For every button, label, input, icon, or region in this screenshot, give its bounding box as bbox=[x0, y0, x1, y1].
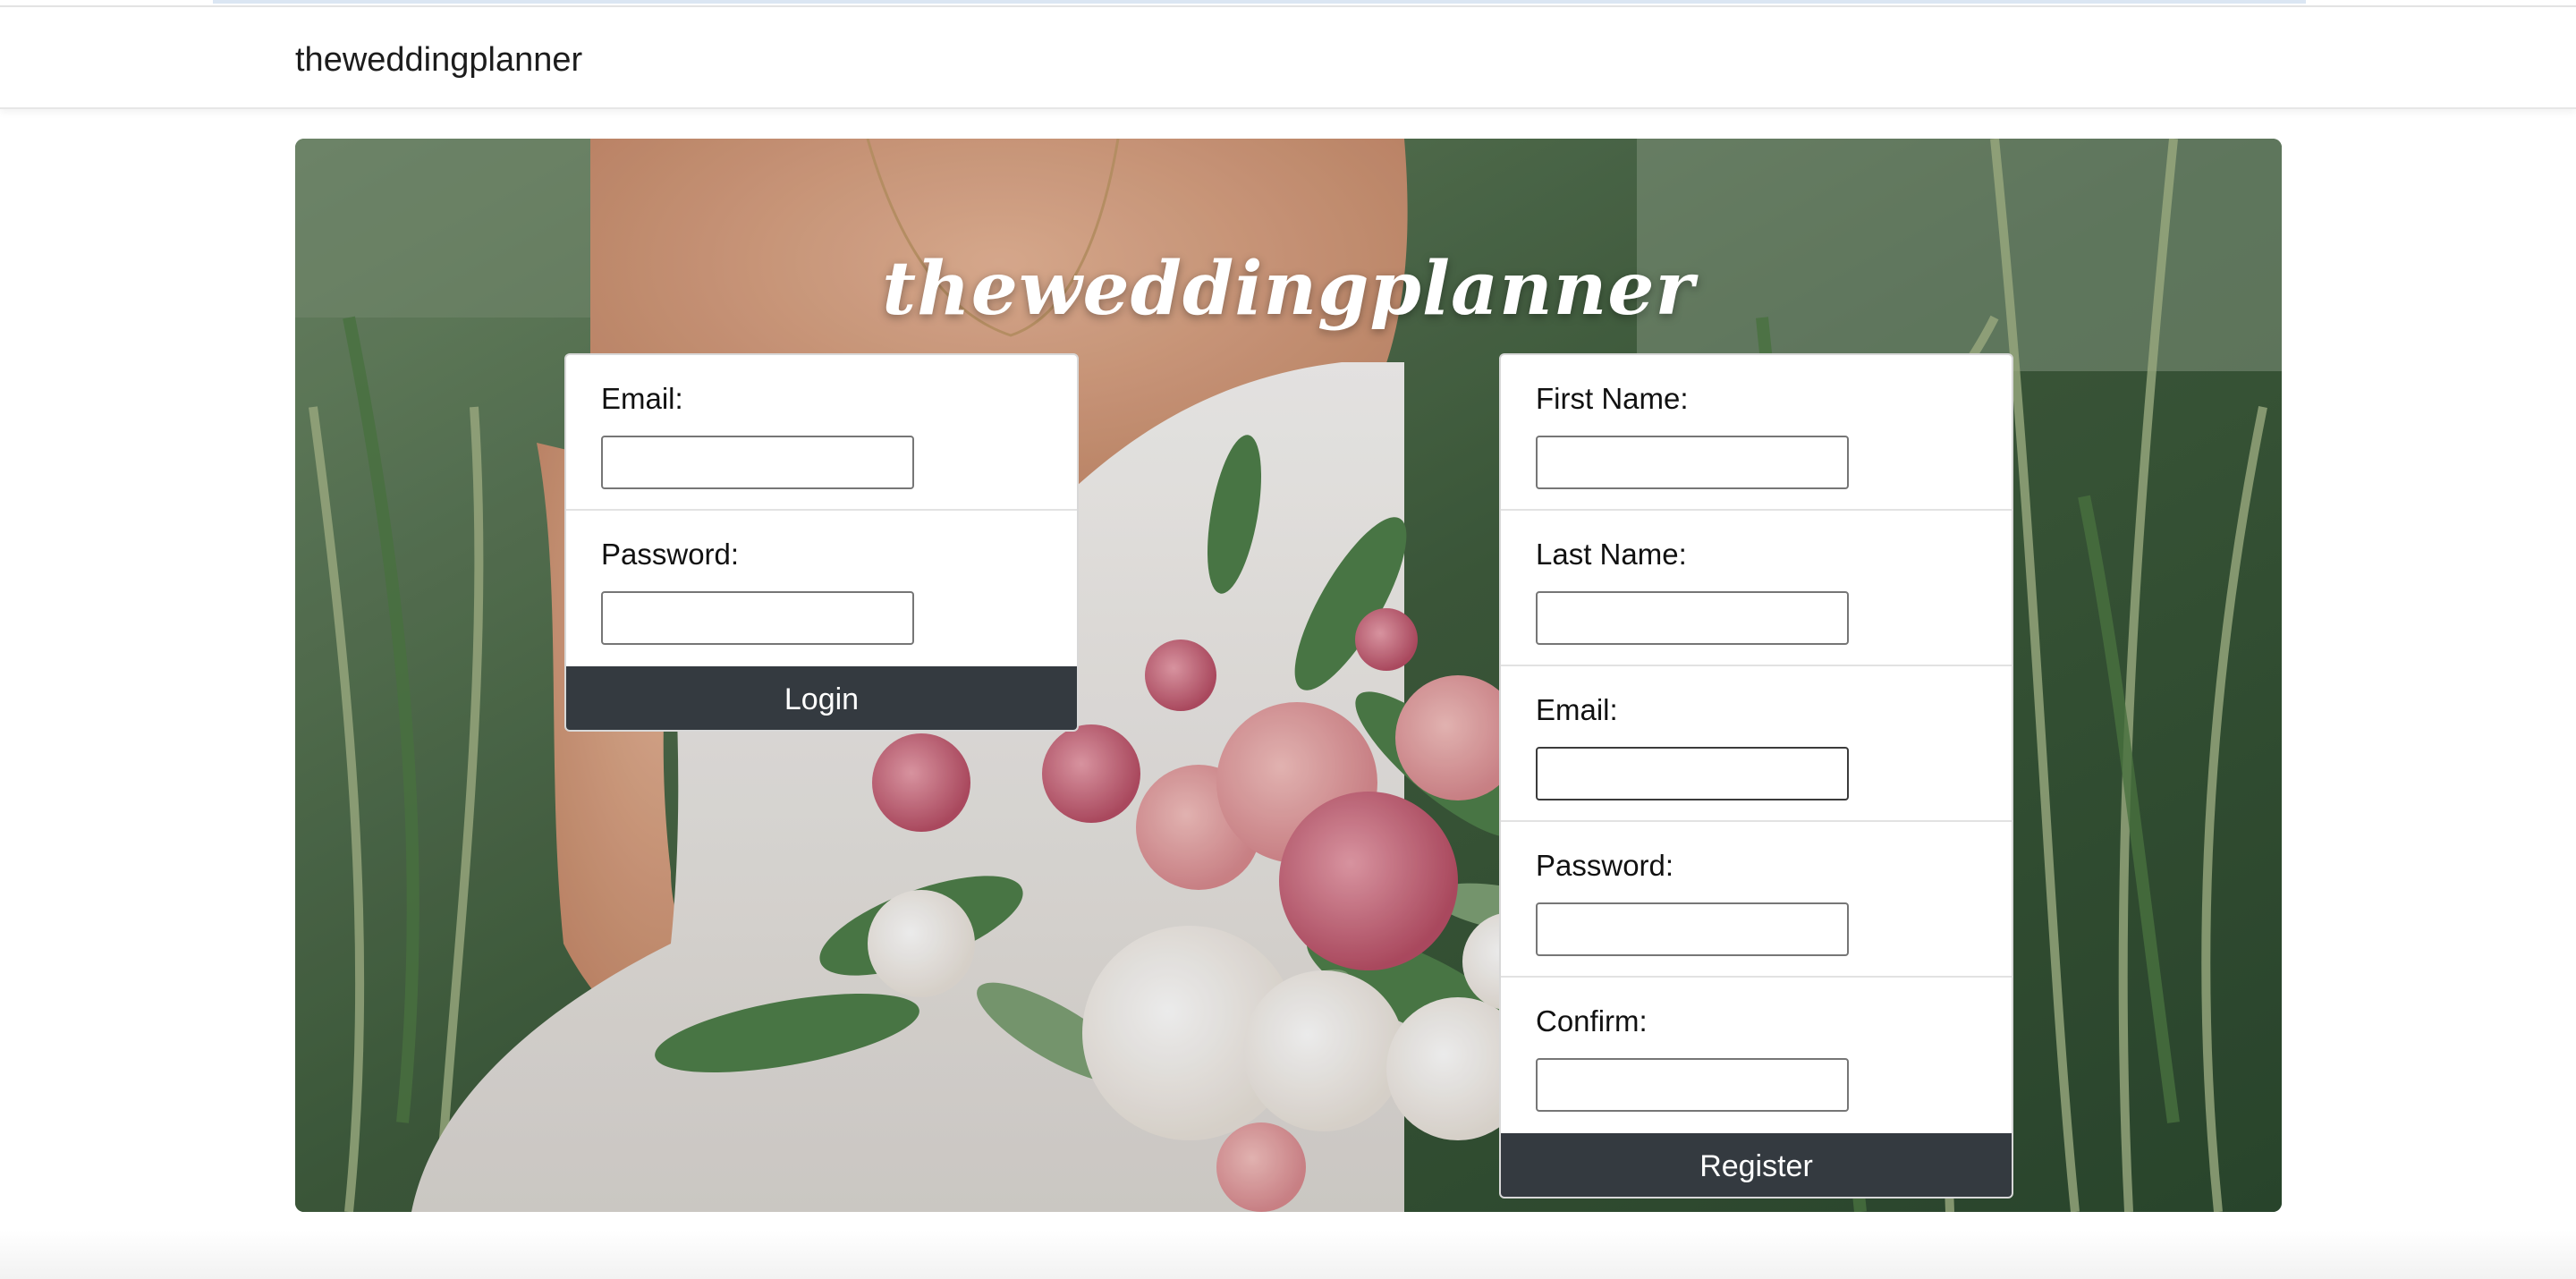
hero-banner: theweddingplanner Email: Password: Login… bbox=[295, 139, 2282, 1212]
login-email-label: Email: bbox=[601, 382, 683, 415]
register-confirm-row: Confirm: bbox=[1501, 978, 2012, 1133]
register-button[interactable]: Register bbox=[1501, 1133, 2012, 1197]
login-email-input[interactable] bbox=[601, 436, 914, 489]
navbar-brand[interactable]: theweddingplanner bbox=[295, 41, 582, 80]
register-last-name-label: Last Name: bbox=[1536, 538, 1687, 571]
top-progress-strip bbox=[213, 0, 2306, 4]
register-email-label: Email: bbox=[1536, 693, 1618, 726]
login-email-row: Email: bbox=[566, 355, 1077, 511]
login-password-label: Password: bbox=[601, 538, 740, 571]
register-form: First Name: Last Name: Email: Password: … bbox=[1499, 353, 2013, 1199]
register-last-name-row: Last Name: bbox=[1501, 511, 2012, 666]
register-first-name-label: First Name: bbox=[1536, 382, 1689, 415]
register-first-name-row: First Name: bbox=[1501, 355, 2012, 511]
login-form: Email: Password: Login bbox=[564, 353, 1079, 732]
login-button[interactable]: Login bbox=[566, 666, 1077, 730]
register-confirm-input[interactable] bbox=[1536, 1058, 1849, 1112]
hero-title: theweddingplanner bbox=[882, 246, 1695, 332]
register-password-input[interactable] bbox=[1536, 902, 1849, 956]
register-confirm-label: Confirm: bbox=[1536, 1004, 1648, 1038]
register-last-name-input[interactable] bbox=[1536, 591, 1849, 645]
register-email-row: Email: bbox=[1501, 666, 2012, 822]
register-password-row: Password: bbox=[1501, 822, 2012, 978]
login-password-input[interactable] bbox=[601, 591, 914, 645]
login-password-row: Password: bbox=[566, 511, 1077, 666]
register-first-name-input[interactable] bbox=[1536, 436, 1849, 489]
register-email-input[interactable] bbox=[1536, 747, 1849, 800]
navbar: theweddingplanner bbox=[0, 5, 2576, 109]
page-footer-area bbox=[0, 1230, 2576, 1279]
register-password-label: Password: bbox=[1536, 849, 1674, 882]
